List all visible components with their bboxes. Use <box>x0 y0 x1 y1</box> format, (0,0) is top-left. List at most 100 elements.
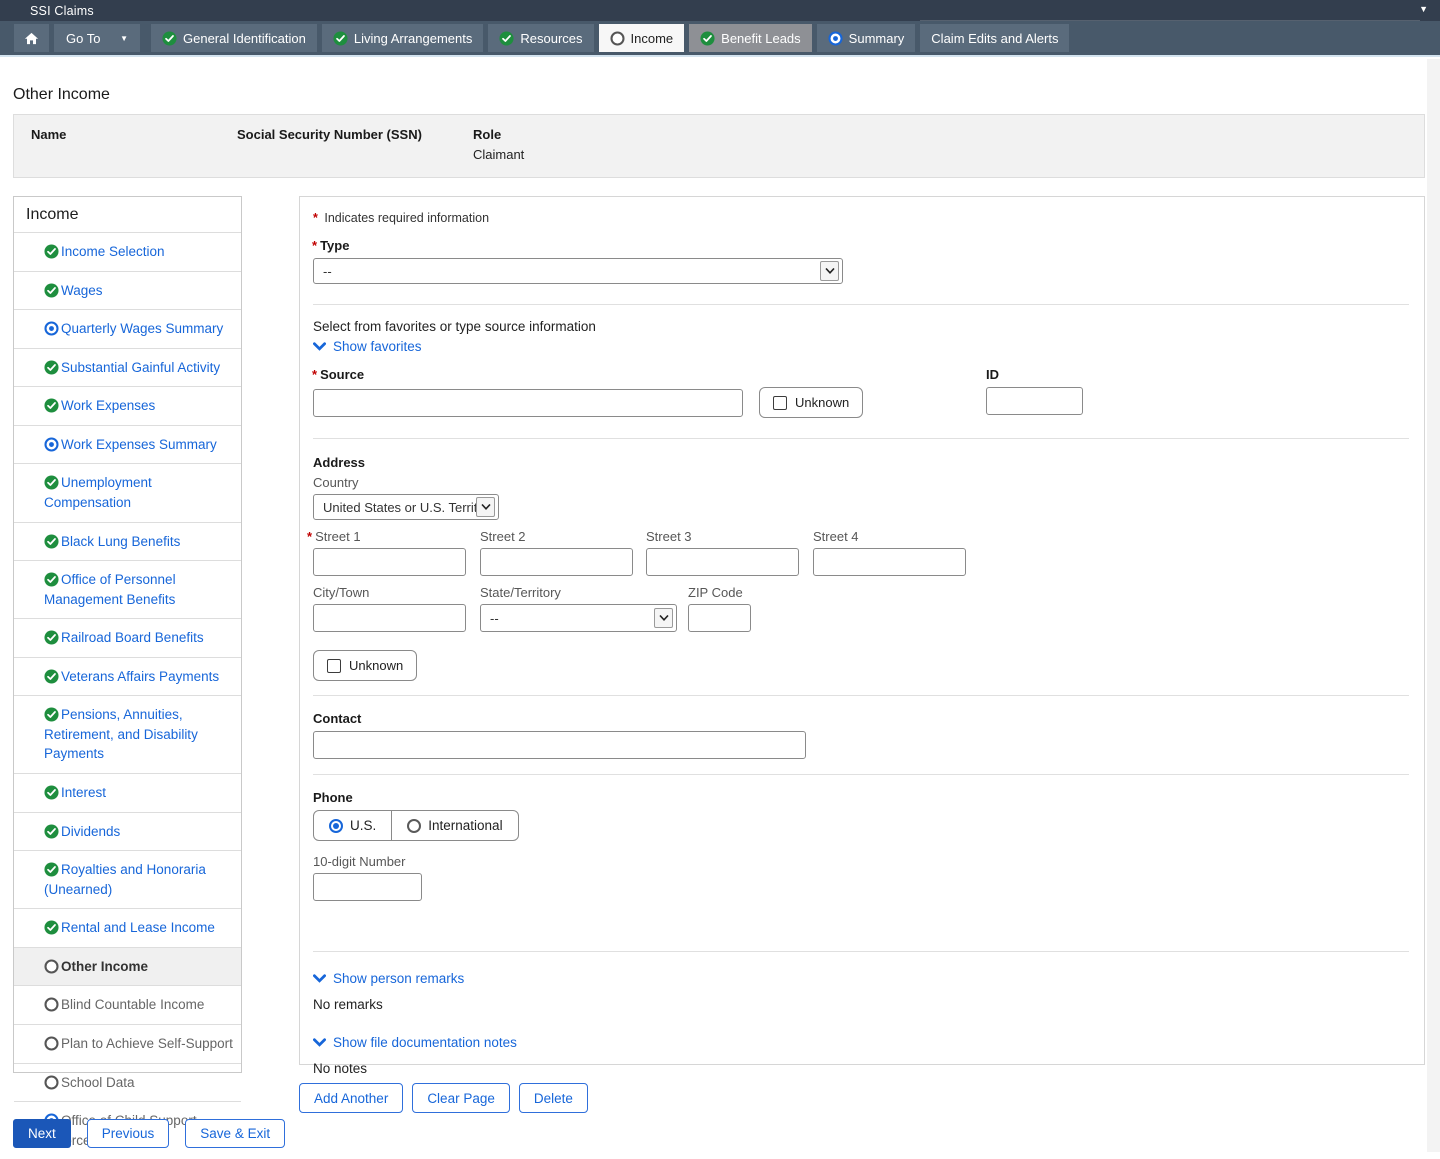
street3-input[interactable] <box>646 548 799 576</box>
clear-page-button[interactable]: Clear Page <box>412 1083 510 1113</box>
sidebar-item-railroad-board-benefits[interactable]: Railroad Board Benefits <box>14 619 241 658</box>
id-label: ID <box>986 367 1083 382</box>
tab-general-identification[interactable]: General Identification <box>151 24 317 52</box>
section-divider <box>313 438 1409 439</box>
country-select[interactable]: United States or U.S. Territory <box>313 494 499 520</box>
sidebar-item-school-data[interactable]: School Data <box>14 1064 241 1103</box>
source-unknown-checkbox[interactable]: Unknown <box>759 387 863 418</box>
tab-benefit-leads[interactable]: Benefit Leads <box>689 24 812 52</box>
not-started-icon <box>44 1075 59 1090</box>
sidebar-item-royalties-and-honoraria-unearned[interactable]: Royalties and Honoraria (Unearned) <box>14 851 241 909</box>
sidebar-item-veterans-affairs-payments[interactable]: Veterans Affairs Payments <box>14 658 241 697</box>
completed-check-icon <box>44 824 59 839</box>
page-footer-actions: Next Previous Save & Exit <box>13 1119 301 1148</box>
completed-check-icon <box>44 534 59 549</box>
sidebar-item-pensions-annuities-retirement-and-disability-payments[interactable]: Pensions, Annuities, Retirement, and Dis… <box>14 696 241 774</box>
sidebar-item-black-lung-benefits[interactable]: Black Lung Benefits <box>14 523 241 562</box>
page-title: Other Income <box>13 86 110 104</box>
sidebar-item-work-expenses[interactable]: Work Expenses <box>14 387 241 426</box>
sidebar-item-label: Office of Personnel Management Benefits <box>44 572 176 607</box>
delete-button[interactable]: Delete <box>519 1083 588 1113</box>
show-favorites-link[interactable]: Show favorites <box>313 339 1409 354</box>
sidebar-item-label: Work Expenses Summary <box>61 437 217 452</box>
source-input[interactable] <box>313 389 743 417</box>
completed-check-icon <box>44 398 59 413</box>
street1-input[interactable] <box>313 548 466 576</box>
sidebar-item-blind-countable-income[interactable]: Blind Countable Income <box>14 986 241 1025</box>
tab-label: Living Arrangements <box>354 31 473 46</box>
contact-input[interactable] <box>313 731 806 759</box>
tab-income[interactable]: Income <box>599 24 685 52</box>
required-asterisk: * <box>312 367 317 382</box>
tab-summary[interactable]: Summary <box>817 24 916 52</box>
state-select[interactable]: -- <box>480 604 677 632</box>
id-input[interactable] <box>986 387 1083 415</box>
ssn-label: Social Security Number (SSN) <box>237 127 473 142</box>
person-header: Name Social Security Number (SSN) Role C… <box>13 114 1425 178</box>
address-unknown-checkbox[interactable]: Unknown <box>313 650 417 681</box>
show-file-documentation-notes-link[interactable]: Show file documentation notes <box>313 1035 1409 1050</box>
sidebar-title: Income <box>14 197 241 233</box>
sidebar-item-dividends[interactable]: Dividends <box>14 813 241 852</box>
previous-button[interactable]: Previous <box>87 1119 170 1148</box>
street4-input[interactable] <box>813 548 966 576</box>
collapse-banner-icon[interactable]: ▼ <box>1419 4 1428 14</box>
tab-claim-edits-and-alerts[interactable]: Claim Edits and Alerts <box>920 24 1069 52</box>
sidebar-item-office-of-personnel-management-benefits[interactable]: Office of Personnel Management Benefits <box>14 561 241 619</box>
phone-number-input[interactable] <box>313 873 422 901</box>
role-value: Claimant <box>473 147 524 162</box>
radio-unselected-icon <box>407 819 421 833</box>
sidebar-item-other-income[interactable]: Other Income <box>14 948 241 987</box>
phone-us-radio[interactable]: U.S. <box>314 811 391 840</box>
sidebar-item-wages[interactable]: Wages <box>14 272 241 311</box>
tab-label: Resources <box>520 31 582 46</box>
show-person-remarks-link[interactable]: Show person remarks <box>313 971 1409 986</box>
city-label: City/Town <box>313 585 480 600</box>
street1-label: *Street 1 <box>307 529 480 544</box>
add-another-button[interactable]: Add Another <box>299 1083 403 1113</box>
chevron-down-icon <box>313 974 326 983</box>
street2-input[interactable] <box>480 548 633 576</box>
tab-living-arrangements[interactable]: Living Arrangements <box>322 24 484 52</box>
phone-type-toggle: U.S. International <box>313 810 519 841</box>
sidebar-item-interest[interactable]: Interest <box>14 774 241 813</box>
sidebar-item-label: Veterans Affairs Payments <box>61 669 219 684</box>
next-button[interactable]: Next <box>13 1119 71 1148</box>
tab-label: Summary <box>849 31 905 46</box>
chevron-down-icon <box>313 1038 326 1047</box>
completed-check-icon <box>44 630 59 645</box>
sidebar-item-quarterly-wages-summary[interactable]: Quarterly Wages Summary <box>14 310 241 349</box>
record-actions: Add Another Clear Page Delete <box>299 1083 597 1113</box>
sidebar-item-income-selection[interactable]: Income Selection <box>14 233 241 272</box>
tab-label: Claim Edits and Alerts <box>931 31 1058 46</box>
source-row: *Source Unknown ID <box>313 367 1409 418</box>
not-started-icon <box>44 997 59 1012</box>
state-label: State/Territory <box>480 585 688 600</box>
app-title-bar: SSI Claims ▼ <box>0 0 1440 21</box>
tab-resources[interactable]: Resources <box>488 24 593 52</box>
completed-check-icon <box>44 475 59 490</box>
not-started-icon <box>44 1036 59 1051</box>
type-select[interactable]: -- <box>313 258 843 284</box>
sidebar-item-label: Quarterly Wages Summary <box>61 321 223 336</box>
save-exit-button[interactable]: Save & Exit <box>185 1119 285 1148</box>
sidebar-item-work-expenses-summary[interactable]: Work Expenses Summary <box>14 426 241 465</box>
chevron-down-icon <box>313 342 326 351</box>
home-button[interactable] <box>14 24 49 52</box>
tab-label: Income <box>631 31 674 46</box>
phone-international-radio[interactable]: International <box>391 811 517 840</box>
completed-check-icon <box>333 31 348 46</box>
goto-menu-button[interactable]: Go To ▼ <box>54 24 140 52</box>
sidebar-item-plan-to-achieve-self-support[interactable]: Plan to Achieve Self-Support <box>14 1025 241 1064</box>
sidebar-item-label: Rental and Lease Income <box>61 920 215 935</box>
role-label: Role <box>473 127 524 142</box>
sidebar-item-rental-and-lease-income[interactable]: Rental and Lease Income <box>14 909 241 948</box>
in-progress-icon <box>44 437 59 452</box>
city-input[interactable] <box>313 604 466 632</box>
sidebar-item-unemployment-compensation[interactable]: Unemployment Compensation <box>14 464 241 522</box>
tab-label: Benefit Leads <box>721 31 801 46</box>
sidebar-item-label: Black Lung Benefits <box>61 534 180 549</box>
sidebar-item-substantial-gainful-activity[interactable]: Substantial Gainful Activity <box>14 349 241 388</box>
zip-input[interactable] <box>688 604 751 632</box>
not-started-icon <box>610 31 625 46</box>
